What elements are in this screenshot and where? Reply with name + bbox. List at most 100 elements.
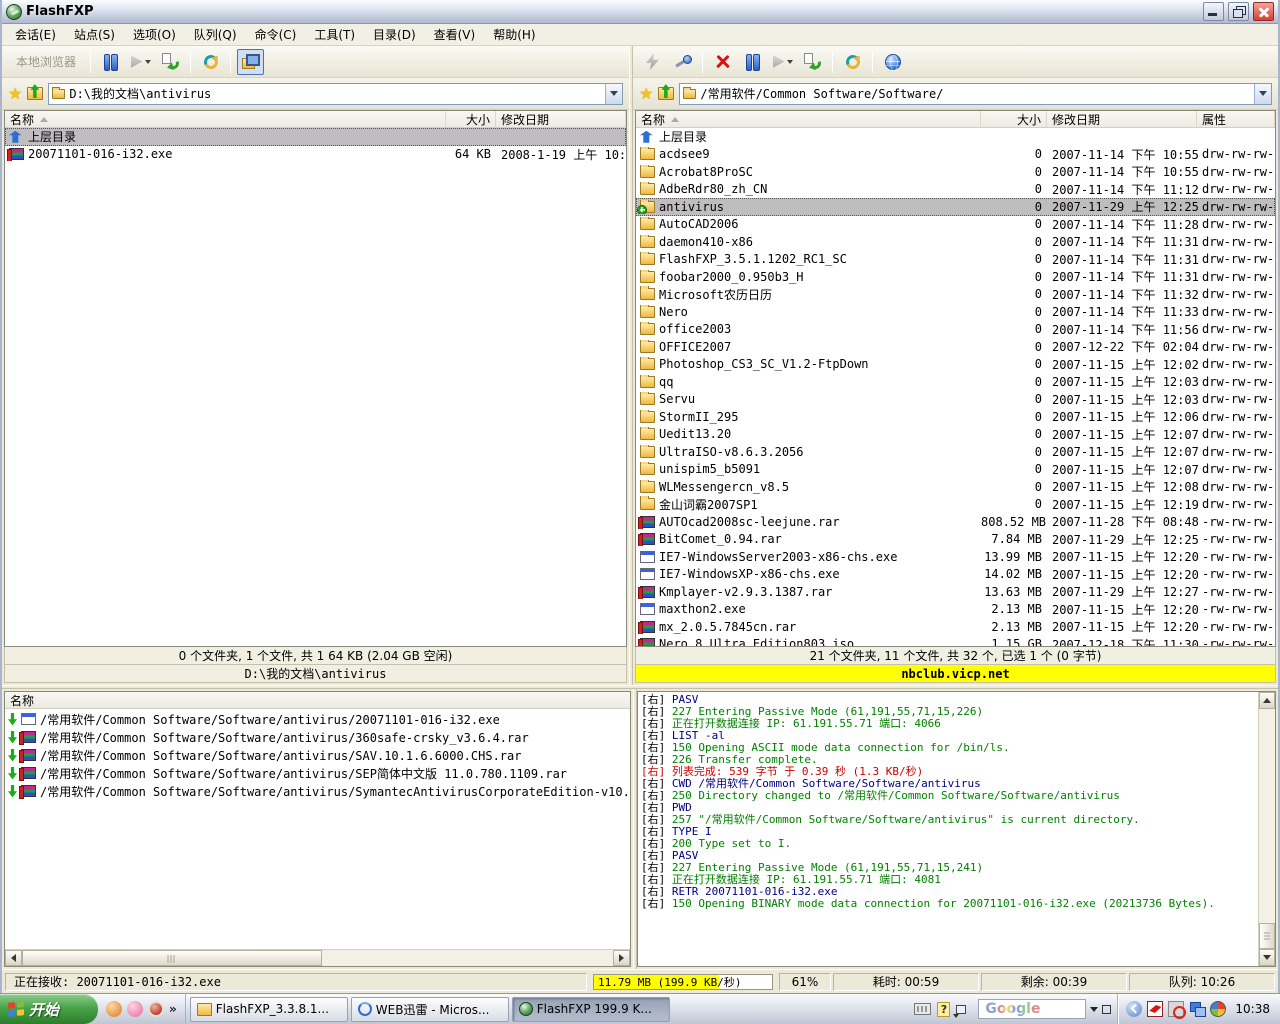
menu-item[interactable]: 目录(D) <box>364 24 425 45</box>
table-row[interactable]: 上层目录 <box>636 128 1275 146</box>
table-row[interactable]: Uedit13.20 0 2007-11-15 上午 12:07 drw-rw-… <box>636 426 1275 444</box>
local-browser-label[interactable]: 本地浏览器 <box>8 53 84 70</box>
refresh-button[interactable] <box>197 49 224 75</box>
tray-disabled-device-icon[interactable] <box>1168 1001 1184 1017</box>
restore-layout-icon[interactable] <box>956 1005 966 1014</box>
scrollbar-thumb[interactable] <box>22 950 322 966</box>
table-row[interactable]: daemon410-x86 0 2007-11-14 下午 11:31 drw-… <box>636 233 1275 251</box>
help-icon[interactable]: ? <box>937 1002 950 1017</box>
fxp-button[interactable] <box>639 49 666 75</box>
task-button[interactable]: FlashFXP 199.9 K... <box>512 997 670 1022</box>
menu-item[interactable]: 队列(Q) <box>185 24 246 45</box>
disconnect-button[interactable] <box>709 49 736 75</box>
deskband-dropdown-icon[interactable] <box>1090 1007 1098 1012</box>
queue-item[interactable]: /常用软件/Common Software/Software/antivirus… <box>5 746 630 764</box>
scroll-down-button[interactable] <box>1259 949 1275 966</box>
table-row[interactable]: mx_2.0.5.7845cn.rar 2.13 MB 2007-11-15 上… <box>636 618 1275 636</box>
tray-collapse-chevron-icon[interactable] <box>1126 1001 1142 1017</box>
table-row[interactable]: AdbeRdr80_zh_CN 0 2007-11-14 下午 11:12 dr… <box>636 181 1275 199</box>
queue-item[interactable]: /常用软件/Common Software/Software/antivirus… <box>5 728 630 746</box>
combo-dropdown-button[interactable] <box>1254 84 1271 104</box>
scroll-right-button[interactable] <box>613 950 630 966</box>
column-header-name[interactable]: 名称 <box>636 111 981 127</box>
tray-browser-icon[interactable] <box>1210 1001 1226 1017</box>
table-row[interactable]: IE7-WindowsXP-x86-chs.exe 14.02 MB 2007-… <box>636 566 1275 584</box>
table-row[interactable]: unispim5_b5091 0 2007-11-15 上午 12:07 drw… <box>636 461 1275 479</box>
favorites-star-icon[interactable]: ★ <box>639 86 653 102</box>
table-row[interactable]: Kmplayer-v2.9.3.1387.rar 13.63 MB 2007-1… <box>636 583 1275 601</box>
table-row[interactable]: IE7-WindowsServer2003-x86-chs.exe 13.99 … <box>636 548 1275 566</box>
refresh-button[interactable] <box>839 49 866 75</box>
scrollbar-track[interactable] <box>1259 709 1275 923</box>
restore-button[interactable] <box>1228 2 1249 21</box>
table-row[interactable]: maxthon2.exe 2.13 MB 2007-11-15 上午 12:20… <box>636 601 1275 619</box>
table-row[interactable]: StormII_295 0 2007-11-15 上午 12:06 drw-rw… <box>636 408 1275 426</box>
table-row[interactable]: antivirus 0 2007-11-29 上午 12:25 drw-rw-r… <box>636 198 1275 216</box>
menu-item[interactable]: 会话(E) <box>6 24 65 45</box>
menu-item[interactable]: 命令(C) <box>246 24 306 45</box>
table-row[interactable]: Nero 0 2007-11-14 下午 11:33 drw-rw-rw- <box>636 303 1275 321</box>
task-button[interactable]: WEB迅雷 - Micros... <box>351 997 509 1022</box>
tray-download-manager-icon[interactable] <box>1147 1001 1163 1017</box>
remote-view-button[interactable] <box>879 49 906 75</box>
table-row[interactable]: FlashFXP_3.5.1.1202_RC1_SC 0 2007-11-14 … <box>636 251 1275 269</box>
quicklaunch-icon-1[interactable] <box>106 1001 122 1017</box>
remote-path-combobox[interactable]: /常用软件/Common Software/Software/ <box>679 83 1272 105</box>
close-button[interactable] <box>1253 2 1274 21</box>
column-header-attr[interactable]: 属性 <box>1197 111 1275 127</box>
table-row[interactable]: BitComet_0.94.rar 7.84 MB 2007-11-29 上午 … <box>636 531 1275 549</box>
table-row[interactable]: Acrobat8ProSC 0 2007-11-14 下午 10:55 drw-… <box>636 163 1275 181</box>
connect-button[interactable] <box>669 49 696 75</box>
pause-transfer-button[interactable] <box>739 49 766 75</box>
table-row[interactable]: Servu 0 2007-11-15 上午 12:03 drw-rw-rw- <box>636 391 1275 409</box>
scroll-left-button[interactable] <box>5 950 22 966</box>
table-row[interactable]: qq 0 2007-11-15 上午 12:03 drw-rw-rw- <box>636 373 1275 391</box>
combo-dropdown-button[interactable] <box>605 84 622 104</box>
start-transfer-button[interactable] <box>769 49 796 75</box>
start-button[interactable]: 开始 <box>0 994 98 1024</box>
table-row[interactable]: AUTOcad2008sc-leejune.rar 808.52 MB 2007… <box>636 513 1275 531</box>
menu-item[interactable]: 帮助(H) <box>484 24 544 45</box>
transfer-queue-button[interactable] <box>157 49 184 75</box>
table-row[interactable]: office2003 0 2007-11-14 下午 11:56 drw-rw-… <box>636 321 1275 339</box>
menu-item[interactable]: 查看(V) <box>425 24 485 45</box>
table-row[interactable]: 上层目录 <box>5 128 626 146</box>
local-path-combobox[interactable]: D:\我的文档\antivirus <box>48 83 623 105</box>
queue-item[interactable]: /常用软件/Common Software/Software/antivirus… <box>5 782 630 800</box>
queue-item[interactable]: /常用软件/Common Software/Software/antivirus… <box>5 764 630 782</box>
queue-item[interactable]: /常用软件/Common Software/Software/antivirus… <box>5 710 630 728</box>
menu-item[interactable]: 站点(S) <box>65 24 124 45</box>
table-row[interactable]: AutoCAD2006 0 2007-11-14 下午 11:28 drw-rw… <box>636 216 1275 234</box>
local-view-toggle-button[interactable] <box>237 49 264 75</box>
queue-column-name[interactable]: 名称 <box>10 692 34 709</box>
quicklaunch-overflow-chevron[interactable]: » <box>169 1002 177 1016</box>
column-header-size[interactable]: 大小 <box>981 111 1047 127</box>
pause-transfer-button[interactable] <box>97 49 124 75</box>
column-header-name[interactable]: 名称 <box>5 111 446 127</box>
minimize-button[interactable] <box>1203 2 1224 21</box>
task-button[interactable]: FlashFXP_3.3.8.1... <box>190 997 348 1022</box>
google-search-input[interactable]: Google <box>978 999 1086 1019</box>
menu-item[interactable]: 选项(O) <box>124 24 185 45</box>
tray-windows-update-icon[interactable] <box>1189 1001 1205 1017</box>
table-row[interactable]: Photoshop_CS3_SC_V1.2-FtpDown 0 2007-11-… <box>636 356 1275 374</box>
table-row[interactable]: Microsoft农历日历 0 2007-11-14 下午 11:32 drw-… <box>636 286 1275 304</box>
table-row[interactable]: foobar2000_0.950b3_H 0 2007-11-14 下午 11:… <box>636 268 1275 286</box>
table-row[interactable]: OFFICE2007 0 2007-12-22 下午 02:04 drw-rw-… <box>636 338 1275 356</box>
keyboard-icon[interactable] <box>914 1003 931 1015</box>
scroll-up-button[interactable] <box>1259 692 1275 709</box>
column-header-date[interactable]: 修改日期 <box>496 111 626 127</box>
table-row[interactable]: UltraISO-v8.6.3.2056 0 2007-11-15 上午 12:… <box>636 443 1275 461</box>
table-row[interactable]: Nero.8.Ultra.Edition803.iso 1.15 GB 2007… <box>636 636 1275 647</box>
quicklaunch-icon-3[interactable] <box>148 1001 164 1017</box>
menu-item[interactable]: 工具(T) <box>305 24 364 45</box>
deskband-restore-icon[interactable] <box>1102 1005 1111 1014</box>
table-row[interactable]: 20071101-016-i32.exe 64 KB 2008-1-19 上午 … <box>5 146 626 164</box>
column-header-date[interactable]: 修改日期 <box>1047 111 1197 127</box>
favorites-star-icon[interactable]: ★ <box>8 86 22 102</box>
table-row[interactable]: 金山词霸2007SP1 0 2007-11-15 上午 12:19 drw-rw… <box>636 496 1275 514</box>
start-transfer-button[interactable] <box>127 49 154 75</box>
table-row[interactable]: WLMessengercn_v8.5 0 2007-11-15 上午 12:08… <box>636 478 1275 496</box>
parent-folder-icon[interactable] <box>658 87 674 100</box>
column-header-size[interactable]: 大小 <box>446 111 496 127</box>
